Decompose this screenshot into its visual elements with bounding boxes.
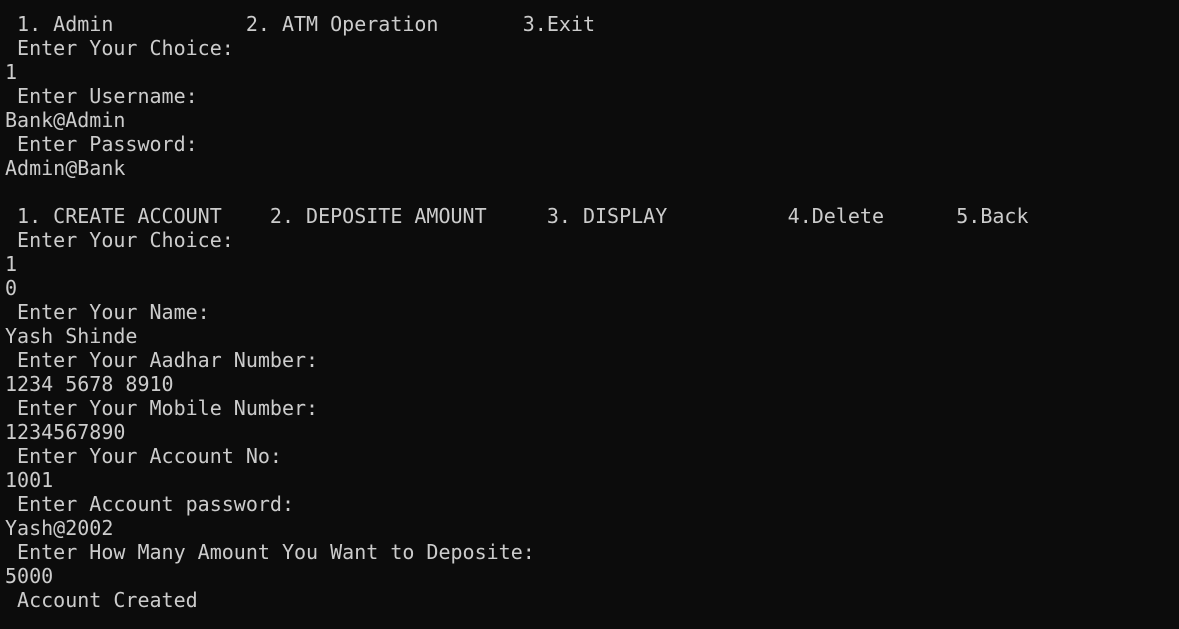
- status-message: Account Created: [5, 588, 198, 612]
- admin-choice-prompt: Enter Your Choice:: [5, 228, 234, 252]
- password-input: Admin@Bank: [5, 156, 126, 180]
- account-password-input: Yash@2002: [5, 516, 114, 540]
- deposit-input: 5000: [5, 564, 54, 588]
- choice-prompt: Enter Your Choice:: [5, 36, 234, 60]
- output-line: 0: [5, 276, 18, 300]
- name-input: Yash Shinde: [5, 324, 138, 348]
- admin-choice-input: 1: [5, 252, 18, 276]
- mobile-input: 1234567890: [5, 420, 126, 444]
- password-prompt: Enter Password:: [5, 132, 198, 156]
- choice-input: 1: [5, 60, 18, 84]
- account-password-prompt: Enter Account password:: [5, 492, 294, 516]
- main-menu-line: 1. Admin 2. ATM Operation 3.Exit: [5, 12, 596, 36]
- mobile-prompt: Enter Your Mobile Number:: [5, 396, 319, 420]
- terminal-window[interactable]: 1. Admin 2. ATM Operation 3.Exit Enter Y…: [0, 0, 1179, 629]
- aadhar-input: 1234 5678 8910: [5, 372, 174, 396]
- account-no-input: 1001: [5, 468, 54, 492]
- deposit-prompt: Enter How Many Amount You Want to Deposi…: [5, 540, 535, 564]
- aadhar-prompt: Enter Your Aadhar Number:: [5, 348, 319, 372]
- username-input: Bank@Admin: [5, 108, 126, 132]
- account-no-prompt: Enter Your Account No:: [5, 444, 282, 468]
- admin-menu-line: 1. CREATE ACCOUNT 2. DEPOSITE AMOUNT 3. …: [5, 204, 1029, 228]
- username-prompt: Enter Username:: [5, 84, 198, 108]
- name-prompt: Enter Your Name:: [5, 300, 210, 324]
